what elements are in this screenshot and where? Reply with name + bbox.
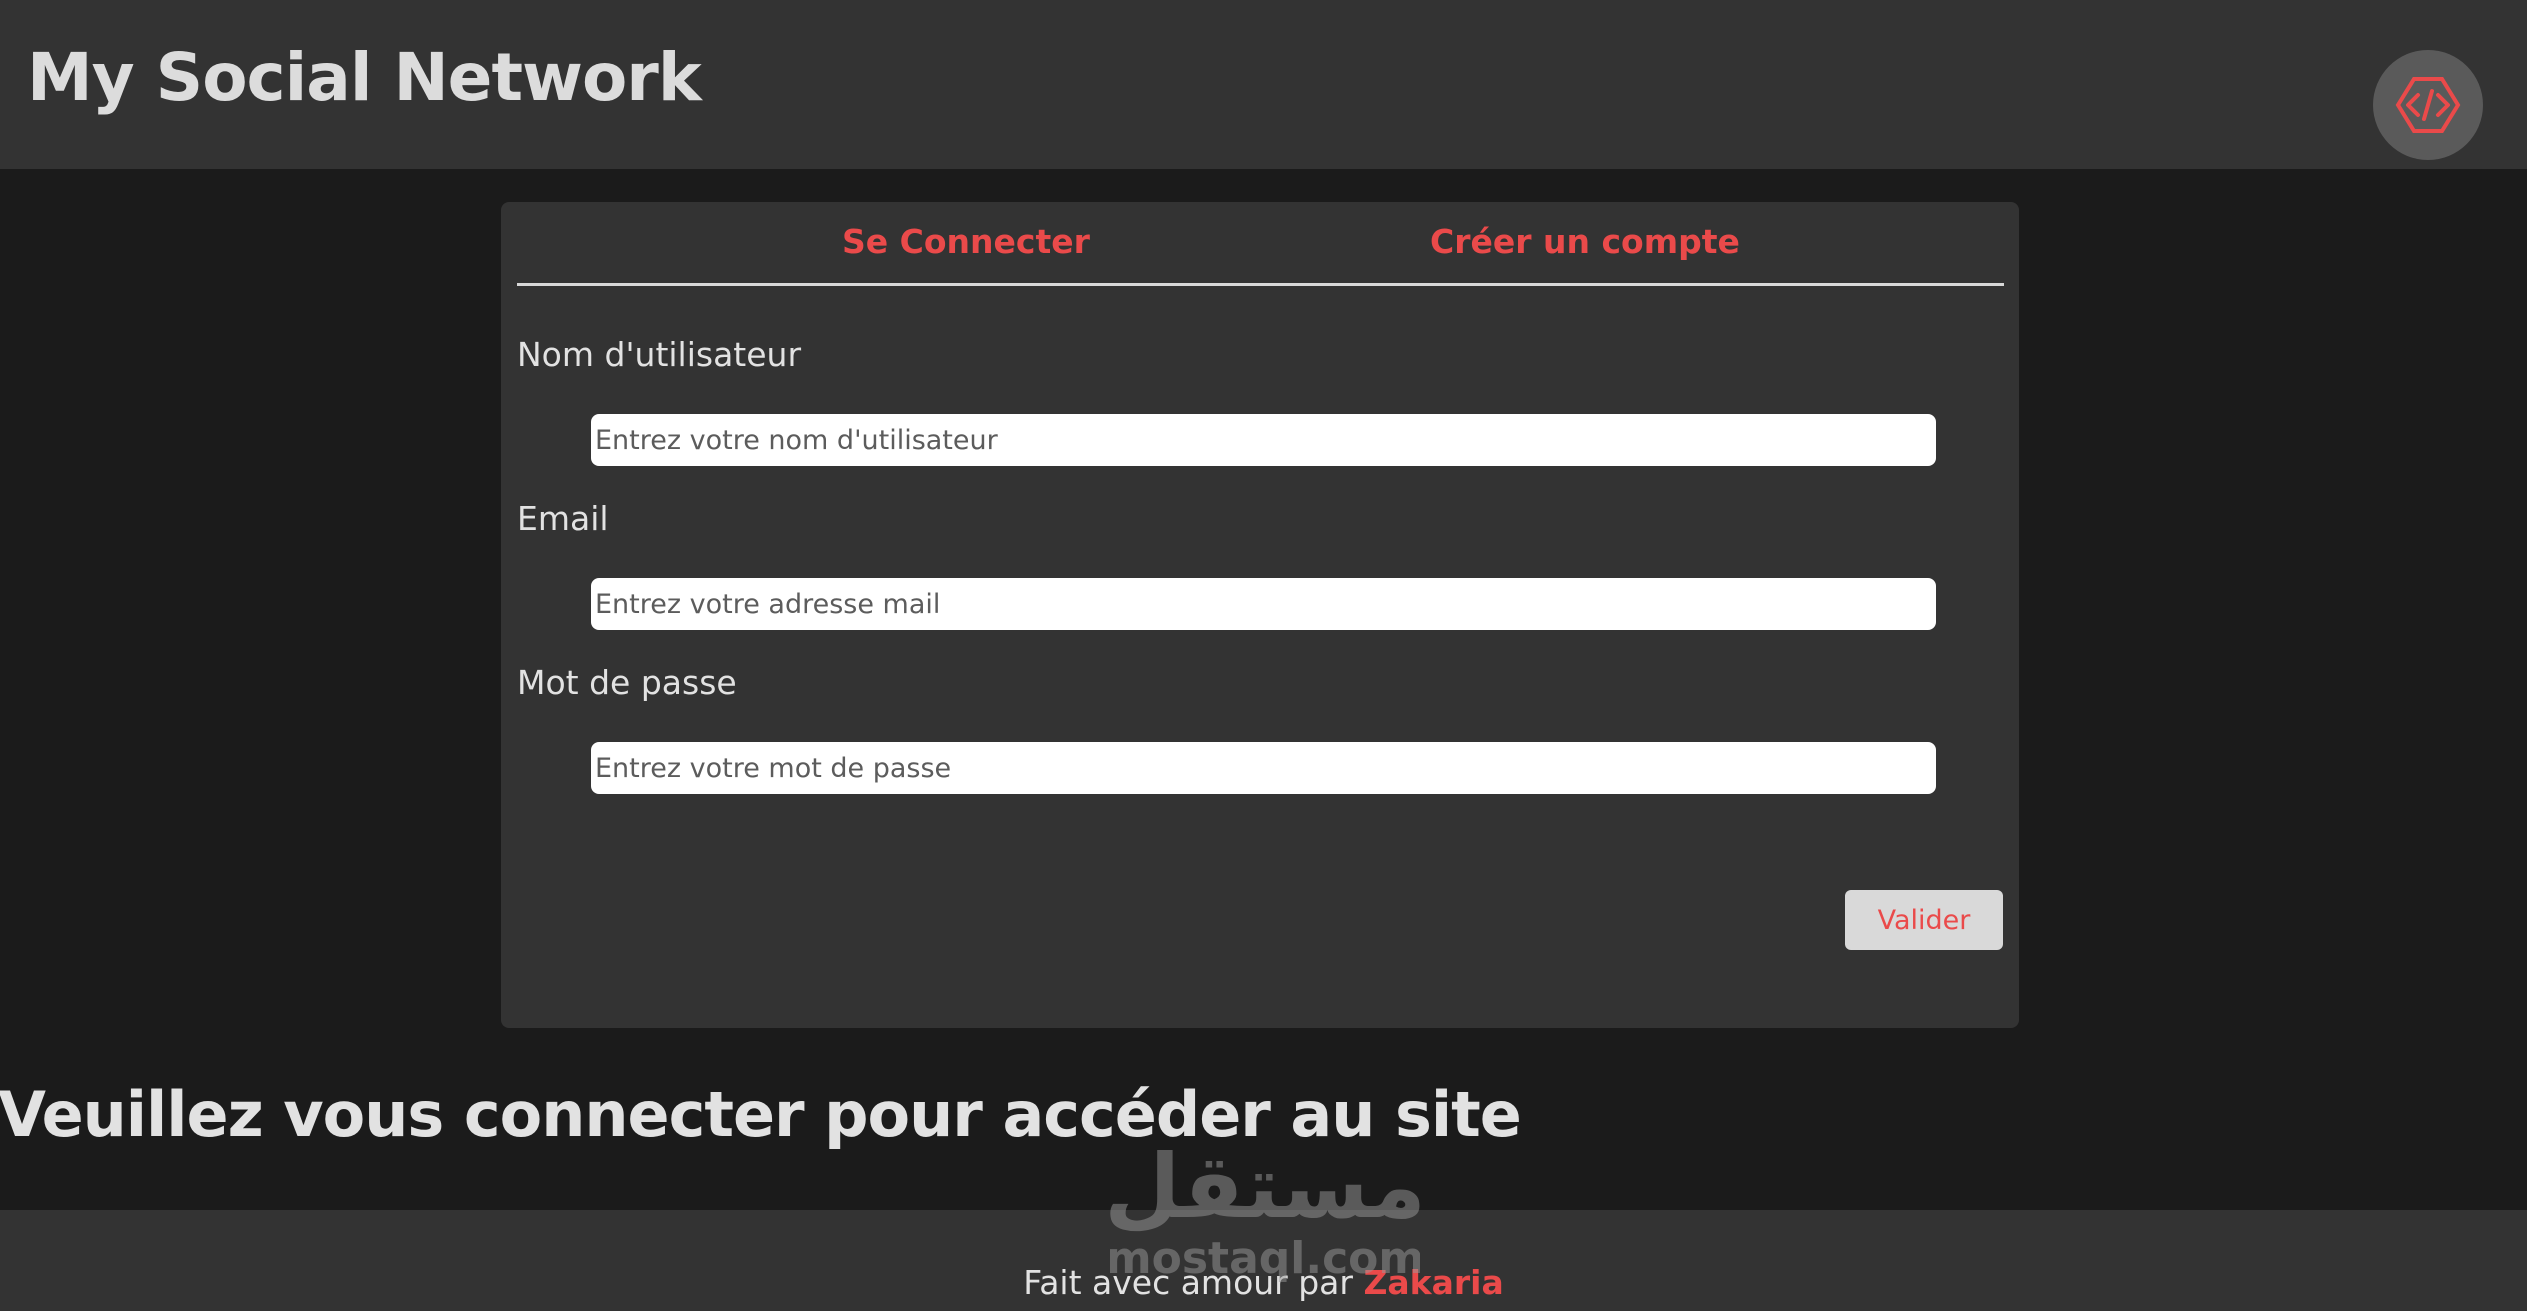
email-input[interactable] [591,578,1936,630]
submit-button[interactable]: Valider [1845,890,2003,950]
password-input[interactable] [591,742,1936,794]
password-label: Mot de passe [517,663,737,702]
footer-credit: Fait avec amour par Zakaria [0,1263,2527,1302]
footer-credit-text: Fait avec amour par [1023,1263,1364,1302]
auth-card: Se Connecter Créer un compte Nom d'utili… [501,202,2019,1028]
footer-author: Zakaria [1363,1263,1504,1302]
login-notice: Veuillez vous connecter pour accéder au … [0,1078,1522,1151]
site-header: My Social Network [0,0,2527,169]
tab-register[interactable]: Créer un compte [1430,222,1740,261]
username-input[interactable] [591,414,1936,466]
tab-login[interactable]: Se Connecter [842,222,1090,261]
site-footer: Fait avec amour par Zakaria [0,1210,2527,1311]
username-label: Nom d'utilisateur [517,335,802,374]
code-logo-icon[interactable] [2373,50,2483,160]
auth-tabs: Se Connecter Créer un compte [517,202,2004,286]
site-title: My Social Network [27,39,702,116]
email-label: Email [517,499,609,538]
